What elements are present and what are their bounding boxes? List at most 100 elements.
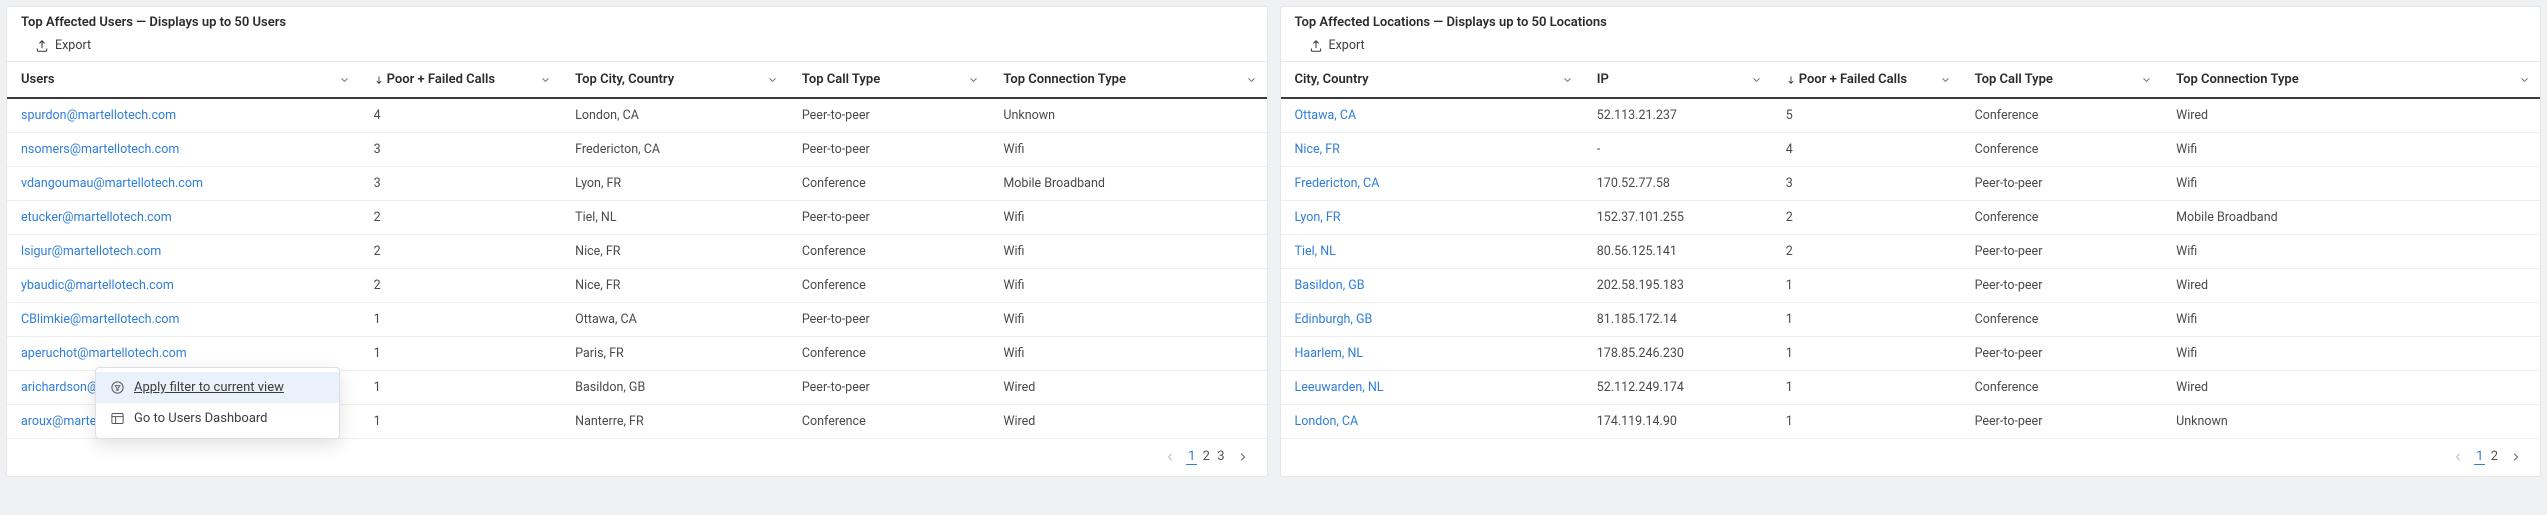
user-link[interactable]: lsigur@martellotech.com	[21, 244, 161, 259]
table-row: Ottawa, CA52.113.21.2375ConferenceWired	[1281, 98, 2541, 133]
export-icon	[35, 39, 49, 53]
cell-city: Fredericton, CA	[561, 133, 788, 167]
pager-next[interactable]	[1237, 451, 1249, 463]
cell-calls: 1	[1772, 405, 1961, 439]
location-link[interactable]: Leeuwarden, NL	[1295, 380, 1384, 395]
col-users[interactable]: Users	[7, 62, 360, 98]
cell-calltype: Conference	[1961, 371, 2163, 405]
export-button[interactable]: Export	[7, 34, 1267, 62]
user-link[interactable]: etucker@martellotech.com	[21, 210, 172, 225]
pager-next[interactable]	[2510, 451, 2522, 463]
pager-page[interactable]: 2	[1201, 449, 1212, 464]
cell-user: etucker@martellotech.com	[7, 201, 360, 235]
context-menu: Apply filter to current view Go to Users…	[95, 367, 340, 439]
user-link[interactable]: nsomers@martellotech.com	[21, 142, 179, 157]
location-link[interactable]: Fredericton, CA	[1295, 176, 1380, 191]
cell-calltype: Conference	[1961, 133, 2163, 167]
cell-calltype: Peer-to-peer	[1961, 337, 2163, 371]
col-ip[interactable]: IP	[1583, 62, 1772, 98]
col-conntype[interactable]: Top Connection Type	[989, 62, 1266, 98]
table-row: vdangoumau@martellotech.com3Lyon, FRConf…	[7, 167, 1267, 201]
user-link[interactable]: vdangoumau@martellotech.com	[21, 176, 203, 191]
col-poor-failed[interactable]: Poor + Failed Calls	[1772, 62, 1961, 98]
table-row: etucker@martellotech.com2Tiel, NLPeer-to…	[7, 201, 1267, 235]
cell-calls: 1	[1772, 269, 1961, 303]
cell-conn: Wifi	[2162, 133, 2540, 167]
pager-prev[interactable]	[2452, 451, 2464, 463]
cell-city: Edinburgh, GB	[1281, 303, 1583, 337]
user-link[interactable]: aperuchot@martellotech.com	[21, 346, 187, 361]
user-link[interactable]: CBlimkie@martellotech.com	[21, 312, 180, 327]
cell-conn: Wifi	[2162, 235, 2540, 269]
location-link[interactable]: Lyon, FR	[1295, 210, 1341, 225]
cell-city: Basildon, GB	[561, 371, 788, 405]
cell-calltype: Conference	[788, 337, 990, 371]
cell-calltype: Peer-to-peer	[1961, 269, 2163, 303]
user-link[interactable]: spurdon@martellotech.com	[21, 108, 176, 123]
table-row: Leeuwarden, NL52.112.249.1741ConferenceW…	[1281, 371, 2541, 405]
location-link[interactable]: Tiel, NL	[1295, 244, 1336, 259]
export-button[interactable]: Export	[1281, 34, 2541, 62]
cell-city: Ottawa, CA	[1281, 98, 1583, 133]
cell-city: Nice, FR	[1281, 133, 1583, 167]
pager-page[interactable]: 1	[2474, 449, 2485, 465]
cell-conn: Mobile Broadband	[2162, 201, 2540, 235]
chevron-down-icon	[540, 74, 551, 85]
export-icon	[1309, 39, 1323, 53]
cell-conn: Wifi	[989, 235, 1266, 269]
cell-calltype: Conference	[1961, 98, 2163, 133]
col-conntype[interactable]: Top Connection Type	[2162, 62, 2540, 98]
col-poor-failed[interactable]: Poor + Failed Calls	[360, 62, 562, 98]
cell-calls: 1	[360, 337, 562, 371]
cell-conn: Wifi	[2162, 337, 2540, 371]
chevron-down-icon	[2141, 74, 2152, 85]
col-city[interactable]: City, Country	[1281, 62, 1583, 98]
cell-calls: 1	[1772, 303, 1961, 337]
location-link[interactable]: Ottawa, CA	[1295, 108, 1357, 123]
cell-conn: Wifi	[989, 303, 1266, 337]
cell-calls: 3	[360, 133, 562, 167]
pager-page[interactable]: 2	[2489, 449, 2500, 464]
arrow-down-icon	[374, 75, 384, 85]
dashboard-icon	[110, 411, 125, 426]
cell-ip: -	[1583, 133, 1772, 167]
pager-page[interactable]: 3	[1215, 449, 1226, 464]
cell-conn: Wifi	[989, 201, 1266, 235]
cell-user: aperuchot@martellotech.com	[7, 337, 360, 371]
cell-conn: Unknown	[2162, 405, 2540, 439]
col-calltype[interactable]: Top Call Type	[1961, 62, 2163, 98]
pager-page[interactable]: 1	[1186, 449, 1197, 465]
col-city[interactable]: Top City, Country	[561, 62, 788, 98]
cell-calls: 4	[1772, 133, 1961, 167]
top-affected-locations-panel: Top Affected Locations — Displays up to …	[1280, 6, 2542, 477]
col-calltype[interactable]: Top Call Type	[788, 62, 990, 98]
table-row: Haarlem, NL178.85.246.2301Peer-to-peerWi…	[1281, 337, 2541, 371]
chevron-down-icon	[1246, 74, 1257, 85]
user-link[interactable]: ybaudic@martellotech.com	[21, 278, 174, 293]
ctx-go-dashboard[interactable]: Go to Users Dashboard	[96, 403, 339, 434]
cell-calls: 2	[360, 269, 562, 303]
cell-city: Leeuwarden, NL	[1281, 371, 1583, 405]
location-link[interactable]: Basildon, GB	[1295, 278, 1365, 293]
table-row: lsigur@martellotech.com2Nice, FRConferen…	[7, 235, 1267, 269]
table-row: CBlimkie@martellotech.com1Ottawa, CAPeer…	[7, 303, 1267, 337]
cell-calls: 5	[1772, 98, 1961, 133]
cell-ip: 80.56.125.141	[1583, 235, 1772, 269]
cell-city: Fredericton, CA	[1281, 167, 1583, 201]
pager-prev[interactable]	[1164, 451, 1176, 463]
table-row: ybaudic@martellotech.com2Nice, FRConfere…	[7, 269, 1267, 303]
cell-calls: 1	[360, 371, 562, 405]
export-label: Export	[55, 38, 91, 53]
location-link[interactable]: Haarlem, NL	[1295, 346, 1364, 361]
cell-calltype: Peer-to-peer	[788, 303, 990, 337]
ctx-apply-filter[interactable]: Apply filter to current view	[96, 372, 339, 403]
location-link[interactable]: London, CA	[1295, 414, 1359, 429]
location-link[interactable]: Edinburgh, GB	[1295, 312, 1373, 327]
location-link[interactable]: Nice, FR	[1295, 142, 1340, 157]
table-row: nsomers@martellotech.com 3Fredericton, CA…	[7, 133, 1267, 167]
cell-calls: 1	[360, 405, 562, 439]
cell-conn: Wired	[989, 405, 1266, 439]
cell-conn: Wifi	[989, 337, 1266, 371]
cell-calltype: Conference	[788, 269, 990, 303]
export-label: Export	[1329, 38, 1365, 53]
